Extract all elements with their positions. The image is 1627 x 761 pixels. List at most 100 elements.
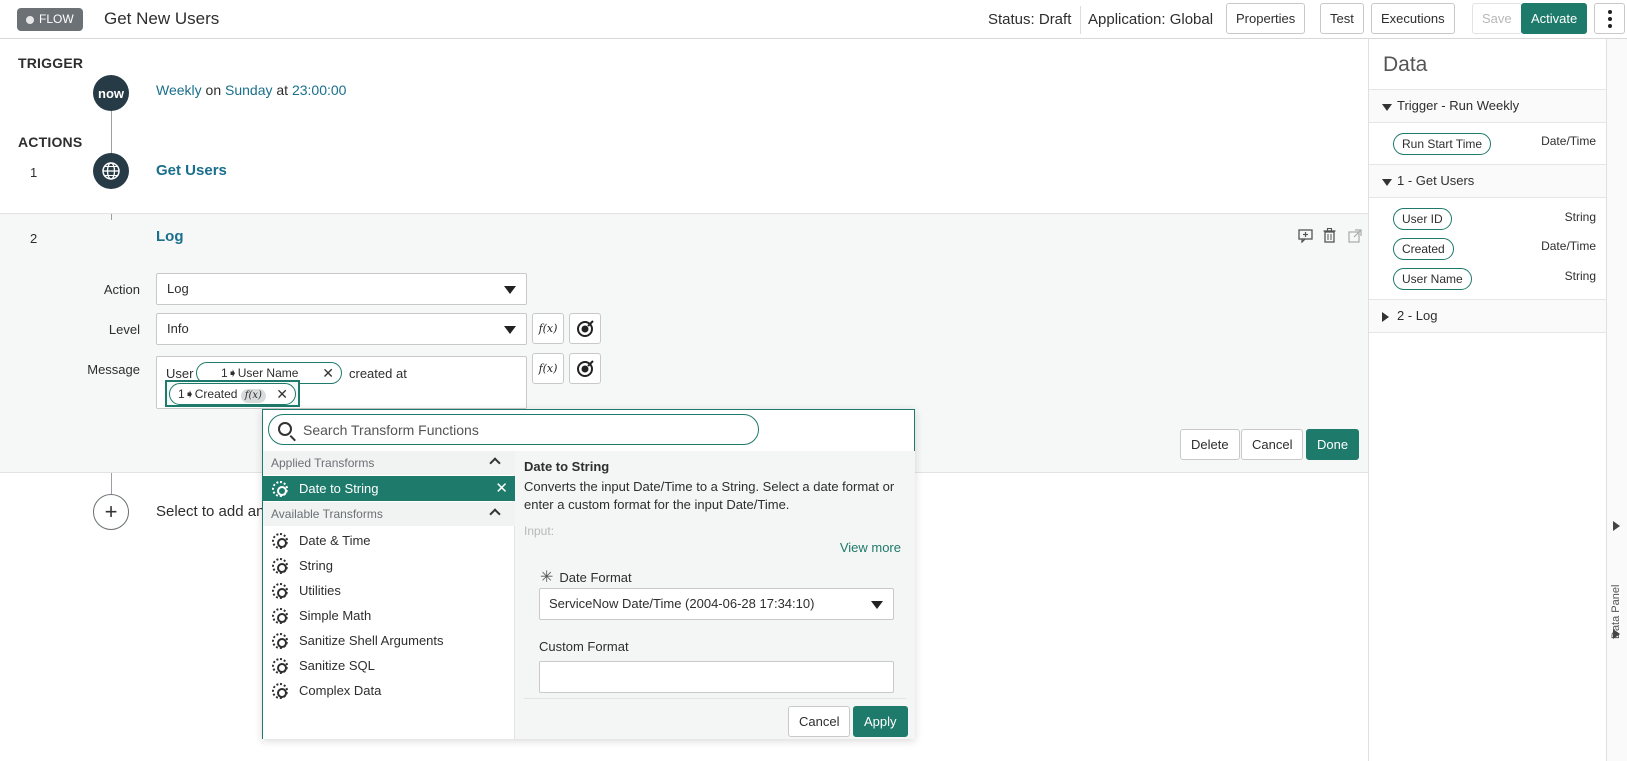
function-button[interactable]: f(x) bbox=[532, 353, 564, 384]
trigger-day[interactable]: Sunday bbox=[225, 82, 272, 98]
transform-detail: Date to String Converts the input Date/T… bbox=[515, 451, 915, 739]
custom-format-input[interactable] bbox=[539, 661, 894, 693]
transform-search-input[interactable] bbox=[303, 416, 743, 443]
remove-transform-icon[interactable]: ✕ bbox=[495, 476, 508, 501]
data-section-title: Trigger - Run Weekly bbox=[1397, 98, 1520, 113]
transform-footer: Cancel Apply bbox=[524, 698, 908, 739]
transform-category-label: Date & Time bbox=[299, 533, 371, 548]
transform-detail-title: Date to String bbox=[524, 459, 610, 474]
level-select-value: Info bbox=[167, 321, 189, 336]
data-pill-run-start-time[interactable]: Run Start Time bbox=[1393, 133, 1492, 155]
trigger-time[interactable]: 23:00:00 bbox=[292, 82, 347, 98]
flow-badge-label: FLOW bbox=[39, 12, 74, 26]
date-format-value: ServiceNow Date/Time (2004-06-28 17:34:1… bbox=[549, 596, 815, 611]
transform-category-item[interactable]: Simple Math bbox=[263, 603, 515, 628]
data-pill-created[interactable]: Created bbox=[1393, 238, 1454, 260]
transform-search[interactable] bbox=[268, 414, 759, 445]
trash-icon[interactable] bbox=[1323, 227, 1336, 246]
transform-category-item[interactable]: Complex Data bbox=[263, 678, 515, 703]
data-type-label: Date/Time bbox=[1541, 239, 1596, 253]
date-format-select[interactable]: ServiceNow Date/Time (2004-06-28 17:34:1… bbox=[539, 588, 894, 620]
step-number: 2 bbox=[30, 231, 38, 246]
apply-button[interactable]: Apply bbox=[853, 706, 908, 737]
trigger-summary[interactable]: Weekly on Sunday at 23:00:00 bbox=[156, 82, 346, 98]
step-number: 1 bbox=[30, 165, 38, 180]
transform-fx-badge: f(x) bbox=[240, 389, 266, 403]
available-transforms-title: Available Transforms bbox=[271, 507, 383, 521]
add-action-text[interactable]: Select to add an A bbox=[156, 503, 278, 520]
applied-transform-item[interactable]: Date to String ✕ bbox=[263, 476, 515, 501]
transform-gear-icon bbox=[272, 608, 288, 624]
caret-down-icon bbox=[504, 286, 516, 294]
transform-category-item[interactable]: Sanitize SQL bbox=[263, 653, 515, 678]
data-section-trigger[interactable]: Trigger - Run Weekly bbox=[1369, 89, 1607, 123]
function-button[interactable]: f(x) bbox=[532, 313, 564, 344]
data-panel-title: Data bbox=[1383, 53, 1428, 76]
triangle-right-icon bbox=[1382, 312, 1389, 322]
custom-format-label: Custom Format bbox=[539, 639, 629, 654]
trigger-frequency[interactable]: Weekly bbox=[156, 82, 202, 98]
date-format-label-text: Date Format bbox=[559, 570, 632, 585]
data-pill-user-name[interactable]: User Name bbox=[1393, 268, 1472, 290]
save-button[interactable]: Save bbox=[1472, 3, 1522, 34]
flow-badge: FLOW bbox=[17, 8, 83, 31]
properties-button[interactable]: Properties bbox=[1226, 3, 1306, 34]
applied-transform-label: Date to String bbox=[299, 481, 379, 496]
data-section-log[interactable]: 2 - Log bbox=[1369, 299, 1607, 333]
top-header: FLOW Get New Users Status: Draft Applica… bbox=[0, 0, 1627, 39]
done-button[interactable]: Done bbox=[1306, 429, 1360, 460]
data-section-get-users[interactable]: 1 - Get Users bbox=[1369, 164, 1607, 198]
chevron-up-icon bbox=[489, 508, 501, 520]
data-panel-toggle-strip[interactable]: Data Panel bbox=[1606, 39, 1627, 761]
action-select[interactable]: Log bbox=[156, 273, 527, 305]
selected-pill-highlight: 1➧Created f(x) ✕ bbox=[165, 380, 300, 407]
action-field-label: Action bbox=[103, 282, 140, 297]
header-divider bbox=[1080, 6, 1081, 34]
transform-category-label: String bbox=[299, 558, 333, 573]
expand-right-icon[interactable] bbox=[1613, 629, 1620, 639]
test-button[interactable]: Test bbox=[1320, 3, 1364, 34]
caret-down-icon bbox=[871, 601, 883, 609]
more-options-button[interactable] bbox=[1594, 3, 1625, 34]
data-pill-picker-button[interactable] bbox=[569, 353, 601, 384]
open-external-icon[interactable] bbox=[1348, 229, 1362, 246]
remove-pill-icon[interactable]: ✕ bbox=[322, 363, 334, 383]
available-transforms-header[interactable]: Available Transforms bbox=[263, 502, 515, 526]
application-text: Application: Global bbox=[1088, 11, 1214, 28]
transform-category-item[interactable]: Utilities bbox=[263, 578, 515, 603]
transform-category-item[interactable]: Date & Time bbox=[263, 528, 515, 553]
data-pill-created[interactable]: 1➧Created f(x) ✕ bbox=[169, 383, 296, 405]
delete-button[interactable]: Delete bbox=[1180, 429, 1240, 460]
transform-gear-icon bbox=[272, 533, 288, 549]
activate-button[interactable]: Activate bbox=[1521, 3, 1588, 34]
transform-category-item[interactable]: Sanitize Shell Arguments bbox=[263, 628, 515, 653]
expand-right-icon[interactable] bbox=[1613, 521, 1620, 531]
comment-icon[interactable] bbox=[1298, 229, 1313, 246]
step-title-get-users[interactable]: Get Users bbox=[156, 162, 227, 179]
data-panel: Data Trigger - Run Weekly Run Start Time… bbox=[1368, 39, 1607, 761]
transform-gear-icon bbox=[272, 683, 288, 699]
executions-button[interactable]: Executions bbox=[1371, 3, 1455, 34]
chevron-up-icon bbox=[489, 457, 501, 469]
search-icon bbox=[278, 422, 292, 436]
transform-gear-icon bbox=[272, 481, 288, 497]
step-title-log[interactable]: Log bbox=[156, 228, 184, 245]
view-more-link[interactable]: View more bbox=[840, 540, 901, 555]
data-pill-picker-button[interactable] bbox=[569, 313, 601, 344]
transform-category-item[interactable]: String bbox=[263, 553, 515, 578]
level-field-label: Level bbox=[108, 322, 140, 337]
required-asterisk-icon: ✳ bbox=[540, 569, 554, 586]
data-pill-user-id[interactable]: User ID bbox=[1393, 208, 1452, 230]
trigger-now-icon: now bbox=[93, 75, 129, 111]
transform-gear-icon bbox=[272, 658, 288, 674]
level-select[interactable]: Info bbox=[156, 313, 527, 345]
applied-transforms-header[interactable]: Applied Transforms bbox=[263, 451, 515, 475]
remove-pill-icon[interactable]: ✕ bbox=[276, 384, 288, 404]
add-action-button[interactable]: + bbox=[93, 494, 129, 530]
flow-title: Get New Users bbox=[104, 9, 220, 28]
cancel-button[interactable]: Cancel bbox=[1241, 429, 1304, 460]
transform-category-label: Utilities bbox=[299, 583, 341, 598]
transform-detail-description: Converts the input Date/Time to a String… bbox=[524, 479, 895, 512]
transform-cancel-button[interactable]: Cancel bbox=[788, 706, 851, 737]
transform-category-label: Simple Math bbox=[299, 608, 372, 623]
